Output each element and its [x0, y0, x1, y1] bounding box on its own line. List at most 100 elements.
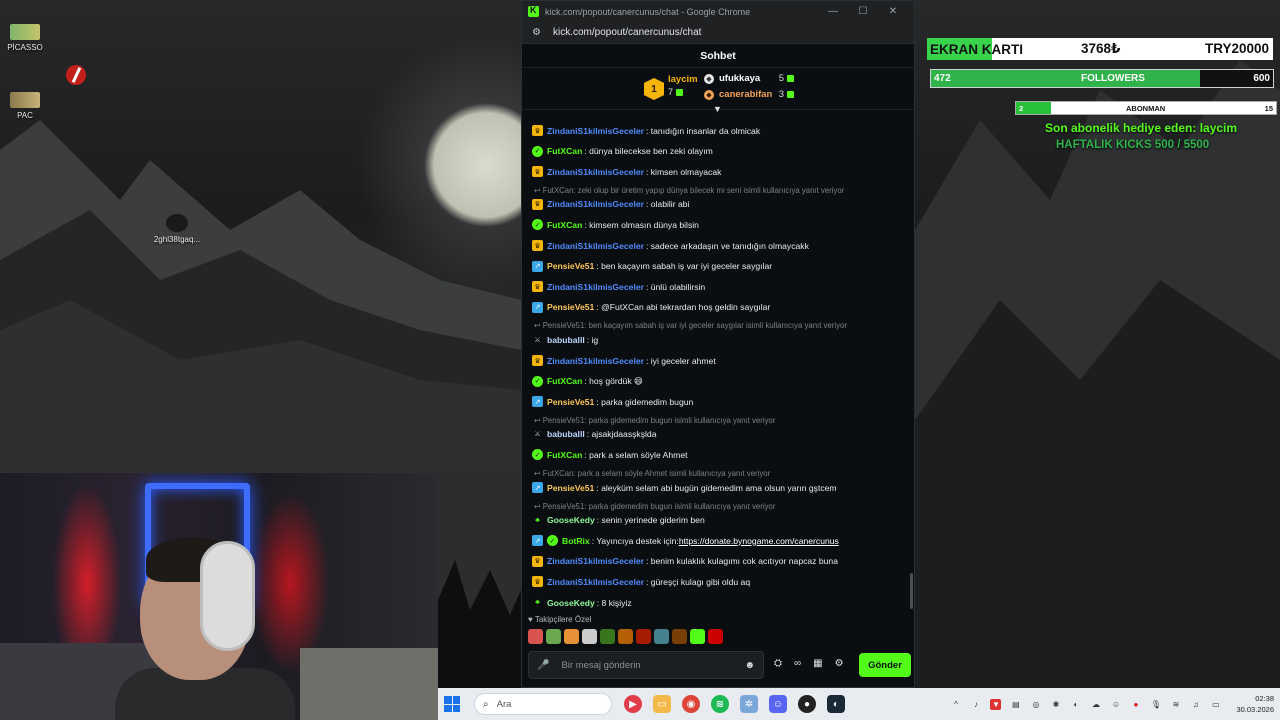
desktop-icon-file[interactable]: 2ghl38tgaq... — [147, 214, 207, 244]
chat-input-box[interactable]: 🎤 ☻ — [528, 651, 764, 679]
chat-message[interactable]: ✓ FutXCan: kimsem olmasın dünya bilsin — [532, 219, 906, 231]
chat-username[interactable]: PensieVe51 — [547, 397, 594, 407]
spotify-icon[interactable]: ≋ — [711, 695, 729, 713]
chat-username[interactable]: GooseKedy — [547, 515, 595, 525]
site-info-icon[interactable]: ⚙ — [532, 27, 544, 38]
chat-username[interactable]: PensieVe51 — [547, 483, 594, 493]
record-icon[interactable]: ◎ — [1030, 699, 1041, 710]
chat-message[interactable]: ♛ ZindaniS1kilmisGeceler: iyi geceler ahm… — [532, 355, 906, 366]
address-bar[interactable]: ⚙ kick.com/popout/canercunus/chat — [522, 22, 914, 44]
chat-message[interactable]: ✓ FutXCan: park a selam söyle Ahmet — [532, 449, 906, 461]
chat-message-input[interactable] — [561, 659, 745, 671]
emote-icon[interactable] — [618, 629, 633, 644]
chat-username[interactable]: ZindaniS1kilmisGeceler — [547, 282, 644, 292]
emote-icon[interactable] — [690, 629, 705, 644]
speaker-icon[interactable]: ♫ — [1190, 699, 1201, 710]
battery-icon[interactable]: ▭ — [1210, 699, 1221, 710]
chat-message[interactable]: ♛ ZindaniS1kilmisGeceler: olabilir abi — [532, 198, 906, 210]
leaderboard-third[interactable]: ◆ canerabifan 3 — [704, 89, 794, 100]
emote-icon[interactable] — [636, 629, 651, 644]
chat-username[interactable]: FutXCan — [547, 376, 582, 386]
chat-username[interactable]: babuballl — [547, 429, 585, 439]
store-icon[interactable]: ▦ — [813, 658, 822, 669]
emote-icon[interactable] — [546, 629, 561, 644]
infinity-icon[interactable]: ∞ — [794, 658, 801, 669]
chat-message[interactable]: ⚔ babuballl: ig — [532, 334, 906, 345]
chat-scrollbar[interactable] — [910, 573, 913, 609]
chat-message[interactable]: ↗ PensieVe51: @FutXCan abi tekrardan hoş … — [532, 301, 906, 313]
chat-username[interactable]: ZindaniS1kilmisGeceler — [547, 356, 644, 366]
mic-tray-icon[interactable]: 🎙 — [1150, 699, 1161, 710]
close-icon[interactable]: ✕ — [878, 6, 908, 17]
chat-username[interactable]: ZindaniS1kilmisGeceler — [547, 556, 644, 566]
microphone-icon[interactable]: 🎤 — [537, 660, 549, 671]
emote-icon[interactable] — [600, 629, 615, 644]
discord-tray-icon[interactable]: ☺ — [1110, 699, 1121, 710]
steam-icon[interactable]: ◐ — [827, 695, 845, 713]
leaderboard-second[interactable]: ◆ ufukkaya 5 — [704, 73, 794, 84]
emote-icon[interactable] — [528, 629, 543, 644]
chat-message[interactable]: ↗ PensieVe51: aleyküm selam abi bugün gid… — [532, 482, 906, 493]
chat-message[interactable]: ♛ ZindaniS1kilmisGeceler: güreşçi kulagı … — [532, 576, 906, 588]
media-player-icon[interactable]: ▶ — [624, 695, 642, 713]
taskbar-search[interactable]: ⌕ — [474, 693, 612, 715]
emote-icon[interactable] — [582, 629, 597, 644]
chat-username[interactable]: FutXCan — [547, 146, 582, 156]
leaderboard-first[interactable]: 1 laycim 7 — [644, 74, 698, 100]
chat-username[interactable]: GooseKedy — [547, 598, 595, 608]
vpn-icon[interactable]: ▼ — [990, 698, 1002, 710]
settings-app-icon[interactable]: ✲ — [740, 695, 758, 713]
donate-link[interactable]: https://donate.bynogame.com/canercunus — [679, 536, 839, 546]
emote-icon[interactable] — [672, 629, 687, 644]
minimize-icon[interactable]: — — [818, 6, 848, 17]
chat-username[interactable]: babuballl — [547, 335, 585, 345]
desktop-icon-picasso[interactable]: PİCASSO — [0, 24, 55, 52]
chat-username[interactable]: ZindaniS1kilmisGeceler — [547, 241, 644, 251]
discord-icon[interactable]: ☺ — [769, 695, 787, 713]
chat-message[interactable]: ✓ FutXCan: hoş gördük 😄 — [532, 375, 906, 387]
chat-message[interactable]: ♛ ZindaniS1kilmisGeceler: kimsen olmayaca… — [532, 166, 906, 178]
chat-message[interactable]: ♛ ZindaniS1kilmisGeceler: tanıdığın insan… — [532, 125, 906, 136]
chat-message[interactable]: ↗ PensieVe51: parka gidemedim bugun — [532, 396, 906, 408]
users-icon[interactable]: ⛭ — [774, 658, 782, 669]
chat-username[interactable]: PensieVe51 — [547, 302, 594, 312]
emoji-picker-icon[interactable]: ☻ — [744, 660, 755, 671]
desktop-icon-pac[interactable]: PAC — [0, 92, 55, 120]
wifi-icon[interactable]: ≋ — [1170, 699, 1181, 710]
steam-tray-icon[interactable]: ◐ — [1070, 699, 1081, 710]
pinned-toggle-icon[interactable]: ▼ — [713, 104, 722, 114]
windows-start-icon[interactable] — [444, 696, 460, 712]
chat-message[interactable]: ♛ ZindaniS1kilmisGeceler: sadece arkadaşı… — [532, 240, 906, 251]
chat-message[interactable]: ↗ PensieVe51: ben kaçayım sabah iş var iy… — [532, 260, 906, 272]
chevron-up-icon[interactable]: ^ — [950, 699, 961, 710]
maximize-icon[interactable]: ☐ — [848, 6, 878, 17]
chat-username[interactable]: ZindaniS1kilmisGeceler — [547, 577, 644, 587]
chat-username[interactable]: ZindaniS1kilmisGeceler — [547, 199, 644, 209]
file-explorer-icon[interactable]: ▭ — [653, 695, 671, 713]
chat-message[interactable]: ↗ ✓ BotRix: Yayıncıya destek için: https:/… — [532, 535, 906, 547]
emote-icon[interactable] — [708, 629, 723, 644]
chat-message[interactable]: ✓ FutXCan: dünya bilecekse ben zeki olayı… — [532, 145, 906, 157]
obs-icon[interactable]: ● — [798, 695, 816, 713]
chat-username[interactable]: ZindaniS1kilmisGeceler — [547, 167, 644, 177]
chat-message[interactable]: ♣ GooseKedy: senin yerinede giderim ben — [532, 515, 906, 526]
chat-username[interactable]: FutXCan — [547, 450, 582, 460]
emote-icon[interactable] — [654, 629, 669, 644]
chat-username[interactable]: PensieVe51 — [547, 261, 594, 271]
volume-icon[interactable]: ♪ — [970, 699, 981, 710]
chat-username[interactable]: BotRix — [562, 536, 590, 546]
chat-message[interactable]: ♛ ZindaniS1kilmisGeceler: benim kulaklık … — [532, 555, 906, 567]
clock[interactable]: 02:38 30.03.2026 — [1236, 693, 1274, 715]
send-button[interactable]: Gönder — [859, 653, 911, 677]
emote-icon[interactable] — [564, 629, 579, 644]
settings-gear-icon[interactable]: ⚙ — [835, 658, 844, 669]
cloud-icon[interactable]: ☁ — [1090, 699, 1101, 710]
chat-message[interactable]: ⚔ babuballl: ajsakjdaasşkşlda — [532, 429, 906, 440]
chat-message[interactable]: ♣ GooseKedy: 8 kişiyiz — [532, 597, 906, 608]
network-icon[interactable]: ▤ — [1010, 699, 1021, 710]
bluetooth-icon[interactable]: ✱ — [1050, 699, 1061, 710]
chat-message[interactable]: ♛ ZindaniS1kilmisGeceler: ünlü olabilirsi… — [532, 281, 906, 293]
chat-username[interactable]: ZindaniS1kilmisGeceler — [547, 126, 644, 136]
chat-username[interactable]: FutXCan — [547, 220, 582, 230]
taskbar-search-input[interactable] — [496, 698, 587, 710]
